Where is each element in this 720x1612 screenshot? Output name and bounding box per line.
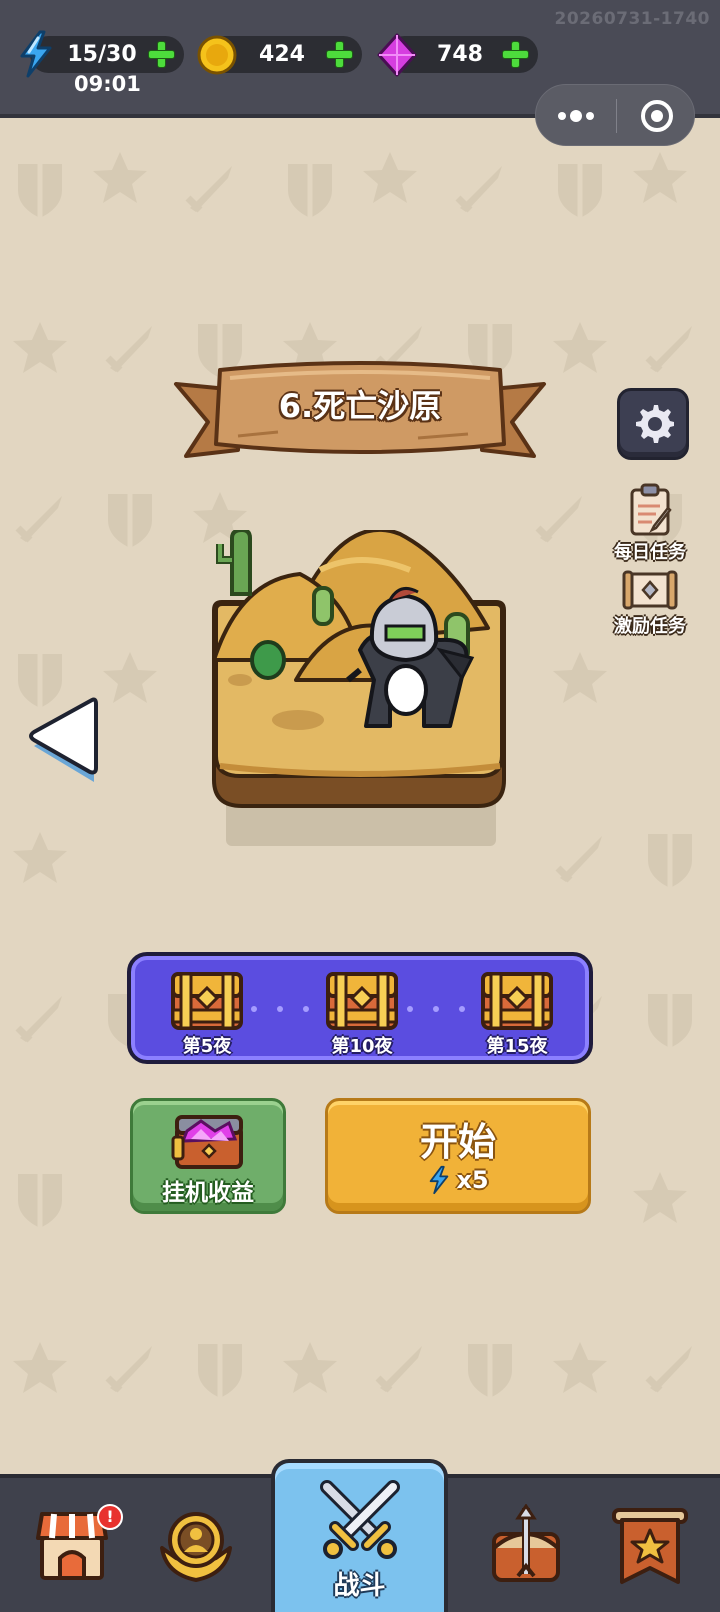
clipboard-icon (630, 483, 672, 536)
nav-battle-tab[interactable]: 战斗 (271, 1459, 448, 1612)
chest-icon (171, 972, 243, 1030)
previous-level-arrow[interactable] (24, 694, 104, 786)
progress-dot (303, 1006, 309, 1012)
gem-icon (377, 33, 417, 77)
energy-timer: 09:01 (74, 72, 141, 96)
chest-label: 第5夜 (182, 1036, 232, 1057)
progress-dot (433, 1006, 439, 1012)
level-island-scene (212, 530, 506, 846)
hero-emblem-icon (160, 1512, 232, 1582)
lightning-icon (430, 1165, 449, 1195)
start-button[interactable]: 开始 x5 (325, 1098, 591, 1214)
gem-value: 748 (437, 42, 483, 67)
level-title: 6.死亡沙原 (278, 387, 442, 425)
nav-shop[interactable]: ! (0, 1478, 144, 1612)
reward-chest-night-5[interactable]: 第5夜 (167, 964, 247, 1057)
chest-label: 第15夜 (486, 1036, 548, 1057)
build-stamp: 20260731-1740 (554, 9, 710, 29)
scroll-icon (622, 570, 678, 610)
nav-battle-label: 战斗 (333, 1571, 386, 1601)
chest-label: 第10夜 (331, 1036, 393, 1057)
coin-value: 424 (259, 42, 305, 67)
settings-button[interactable] (617, 388, 689, 460)
start-cost-value: x5 (456, 1166, 489, 1194)
idle-income-button[interactable]: 挂机收益 (130, 1098, 286, 1214)
chest-icon (481, 972, 553, 1030)
banner-star-icon (612, 1508, 688, 1584)
capsule-divider (616, 99, 617, 133)
reward-chest-night-15[interactable]: 第15夜 (477, 964, 557, 1057)
crossed-swords-icon (320, 1480, 400, 1559)
progress-dot (251, 1006, 257, 1012)
coin-icon (197, 35, 237, 75)
nav-guild[interactable] (576, 1478, 720, 1612)
night-rewards-strip: 第5夜 第10夜 第15夜 (127, 952, 593, 1064)
progress-dot (459, 1006, 465, 1012)
chest-icon (326, 972, 398, 1030)
add-energy-button[interactable] (146, 39, 177, 70)
lightning-icon (20, 30, 52, 78)
nav-equipment[interactable] (432, 1478, 576, 1612)
incentive-tasks-label: 激励任务 (614, 616, 686, 637)
start-label: 开始 (419, 1120, 496, 1164)
daily-tasks-label: 每日任务 (614, 542, 686, 563)
arrow-shield-icon (492, 1504, 560, 1582)
add-gems-button[interactable] (500, 39, 531, 70)
gear-icon (636, 405, 674, 443)
progress-dot (407, 1006, 413, 1012)
start-cost: x5 (328, 1165, 588, 1199)
energy-value: 15/30 (67, 42, 137, 67)
reward-chest-night-10[interactable]: 第10夜 (322, 964, 402, 1057)
nav-hero[interactable] (144, 1478, 288, 1612)
progress-dot (277, 1006, 283, 1012)
more-options-icon[interactable] (556, 106, 600, 126)
idle-income-label: 挂机收益 (162, 1180, 254, 1206)
daily-tasks-button[interactable]: 每日任务 (600, 482, 700, 564)
treasure-chest-gems-icon (171, 1115, 243, 1169)
notification-badge: ! (97, 1504, 123, 1530)
close-miniprogram-icon[interactable] (639, 98, 675, 134)
incentive-tasks-button[interactable]: 激励任务 (600, 568, 700, 638)
add-coins-button[interactable] (324, 39, 355, 70)
miniprogram-capsule (535, 84, 695, 146)
